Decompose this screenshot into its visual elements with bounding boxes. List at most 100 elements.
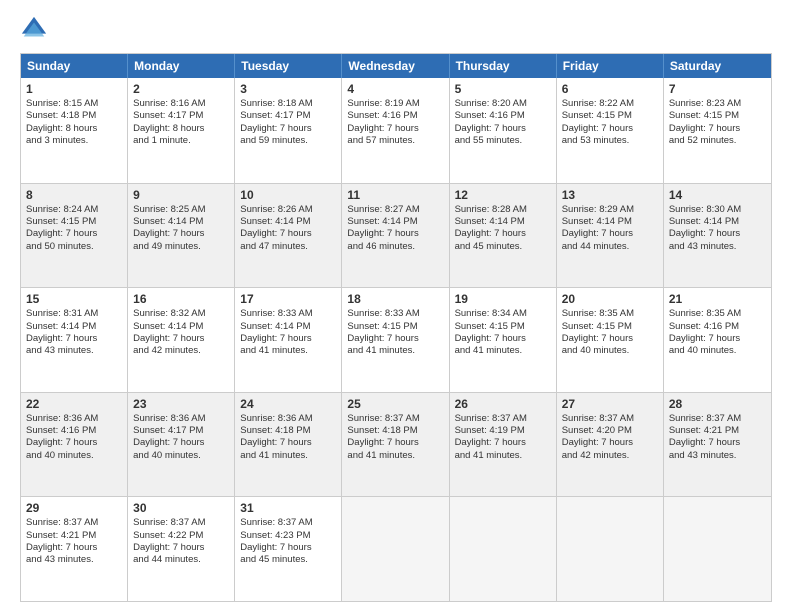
cell-line: Daylight: 7 hours: [562, 228, 658, 240]
day-number: 9: [133, 188, 229, 202]
calendar-cell: 31Sunrise: 8:37 AMSunset: 4:23 PMDayligh…: [235, 497, 342, 601]
cell-line: Sunset: 4:17 PM: [133, 425, 229, 437]
cell-line: Sunset: 4:14 PM: [133, 321, 229, 333]
calendar-body: 1Sunrise: 8:15 AMSunset: 4:18 PMDaylight…: [21, 78, 771, 601]
header-day-saturday: Saturday: [664, 54, 771, 78]
day-number: 10: [240, 188, 336, 202]
cell-line: Sunrise: 8:16 AM: [133, 98, 229, 110]
cell-line: Sunset: 4:18 PM: [26, 110, 122, 122]
day-number: 25: [347, 397, 443, 411]
calendar-cell: 8Sunrise: 8:24 AMSunset: 4:15 PMDaylight…: [21, 184, 128, 288]
cell-line: Daylight: 7 hours: [455, 333, 551, 345]
calendar-cell: 2Sunrise: 8:16 AMSunset: 4:17 PMDaylight…: [128, 78, 235, 183]
calendar-header: SundayMondayTuesdayWednesdayThursdayFrid…: [21, 54, 771, 78]
calendar-cell: 20Sunrise: 8:35 AMSunset: 4:15 PMDayligh…: [557, 288, 664, 392]
cell-line: Daylight: 8 hours: [26, 123, 122, 135]
cell-line: Sunrise: 8:32 AM: [133, 308, 229, 320]
calendar-cell: 1 Sunrise: 8:15 AMSunset: 4:18 PMDaylight…: [21, 78, 128, 183]
header-day-wednesday: Wednesday: [342, 54, 449, 78]
cell-line: Sunset: 4:18 PM: [347, 425, 443, 437]
day-number: 21: [669, 292, 766, 306]
cell-line: Daylight: 7 hours: [240, 333, 336, 345]
calendar-row-5: 29Sunrise: 8:37 AMSunset: 4:21 PMDayligh…: [21, 496, 771, 601]
cell-line: Sunrise: 8:26 AM: [240, 204, 336, 216]
cell-line: Daylight: 7 hours: [562, 123, 658, 135]
calendar-cell: 18Sunrise: 8:33 AMSunset: 4:15 PMDayligh…: [342, 288, 449, 392]
header-day-friday: Friday: [557, 54, 664, 78]
cell-line: Daylight: 7 hours: [240, 228, 336, 240]
cell-line: and 57 minutes.: [347, 135, 443, 147]
cell-line: Sunset: 4:15 PM: [347, 321, 443, 333]
calendar-cell: [450, 497, 557, 601]
calendar-row-2: 8Sunrise: 8:24 AMSunset: 4:15 PMDaylight…: [21, 183, 771, 288]
cell-line: Sunset: 4:22 PM: [133, 530, 229, 542]
cell-line: Sunset: 4:15 PM: [455, 321, 551, 333]
cell-line: and 42 minutes.: [133, 345, 229, 357]
cell-line: Sunset: 4:15 PM: [669, 110, 766, 122]
day-number: 1: [26, 82, 122, 96]
cell-line: Daylight: 7 hours: [133, 333, 229, 345]
cell-line: Daylight: 7 hours: [455, 228, 551, 240]
day-number: 7: [669, 82, 766, 96]
cell-line: Sunrise: 8:33 AM: [240, 308, 336, 320]
cell-line: Sunset: 4:17 PM: [133, 110, 229, 122]
cell-line: Daylight: 7 hours: [562, 437, 658, 449]
cell-line: and 46 minutes.: [347, 241, 443, 253]
cell-line: Daylight: 7 hours: [669, 228, 766, 240]
cell-line: Sunrise: 8:36 AM: [133, 413, 229, 425]
cell-line: and 45 minutes.: [240, 554, 336, 566]
cell-line: and 40 minutes.: [562, 345, 658, 357]
cell-line: Sunrise: 8:20 AM: [455, 98, 551, 110]
cell-line: Sunrise: 8:24 AM: [26, 204, 122, 216]
cell-line: Sunrise: 8:35 AM: [562, 308, 658, 320]
cell-line: Daylight: 7 hours: [133, 228, 229, 240]
day-number: 22: [26, 397, 122, 411]
cell-line: Daylight: 7 hours: [347, 228, 443, 240]
cell-line: Sunrise: 8:36 AM: [26, 413, 122, 425]
day-number: 5: [455, 82, 551, 96]
cell-line: and 41 minutes.: [347, 450, 443, 462]
calendar-cell: 13Sunrise: 8:29 AMSunset: 4:14 PMDayligh…: [557, 184, 664, 288]
cell-line: Daylight: 7 hours: [562, 333, 658, 345]
cell-line: Sunset: 4:16 PM: [669, 321, 766, 333]
cell-line: and 43 minutes.: [26, 554, 122, 566]
cell-line: Sunrise: 8:33 AM: [347, 308, 443, 320]
cell-line: Sunrise: 8:29 AM: [562, 204, 658, 216]
calendar-cell: 6Sunrise: 8:22 AMSunset: 4:15 PMDaylight…: [557, 78, 664, 183]
header-day-thursday: Thursday: [450, 54, 557, 78]
day-number: 8: [26, 188, 122, 202]
logo: [20, 15, 52, 43]
cell-line: Daylight: 7 hours: [240, 437, 336, 449]
cell-line: Sunset: 4:21 PM: [669, 425, 766, 437]
cell-line: Sunrise: 8:15 AM: [26, 98, 122, 110]
day-number: 11: [347, 188, 443, 202]
cell-line: Sunset: 4:20 PM: [562, 425, 658, 437]
cell-line: Sunset: 4:17 PM: [240, 110, 336, 122]
cell-line: and 3 minutes.: [26, 135, 122, 147]
header-day-monday: Monday: [128, 54, 235, 78]
cell-line: Sunset: 4:14 PM: [562, 216, 658, 228]
calendar-cell: 26Sunrise: 8:37 AMSunset: 4:19 PMDayligh…: [450, 393, 557, 497]
day-number: 23: [133, 397, 229, 411]
day-number: 3: [240, 82, 336, 96]
day-number: 12: [455, 188, 551, 202]
header-day-tuesday: Tuesday: [235, 54, 342, 78]
day-number: 28: [669, 397, 766, 411]
cell-line: Daylight: 7 hours: [133, 542, 229, 554]
cell-line: Daylight: 7 hours: [240, 123, 336, 135]
cell-line: Daylight: 8 hours: [133, 123, 229, 135]
calendar-cell: 19Sunrise: 8:34 AMSunset: 4:15 PMDayligh…: [450, 288, 557, 392]
cell-line: Sunset: 4:18 PM: [240, 425, 336, 437]
cell-line: Sunset: 4:19 PM: [455, 425, 551, 437]
cell-line: and 40 minutes.: [133, 450, 229, 462]
cell-line: Sunrise: 8:37 AM: [133, 517, 229, 529]
cell-line: Daylight: 7 hours: [347, 437, 443, 449]
calendar-cell: 16Sunrise: 8:32 AMSunset: 4:14 PMDayligh…: [128, 288, 235, 392]
calendar-cell: 28Sunrise: 8:37 AMSunset: 4:21 PMDayligh…: [664, 393, 771, 497]
calendar-cell: 12Sunrise: 8:28 AMSunset: 4:14 PMDayligh…: [450, 184, 557, 288]
cell-line: and 52 minutes.: [669, 135, 766, 147]
calendar-cell: 15Sunrise: 8:31 AMSunset: 4:14 PMDayligh…: [21, 288, 128, 392]
calendar-cell: 29Sunrise: 8:37 AMSunset: 4:21 PMDayligh…: [21, 497, 128, 601]
calendar-cell: 24Sunrise: 8:36 AMSunset: 4:18 PMDayligh…: [235, 393, 342, 497]
cell-line: and 44 minutes.: [133, 554, 229, 566]
